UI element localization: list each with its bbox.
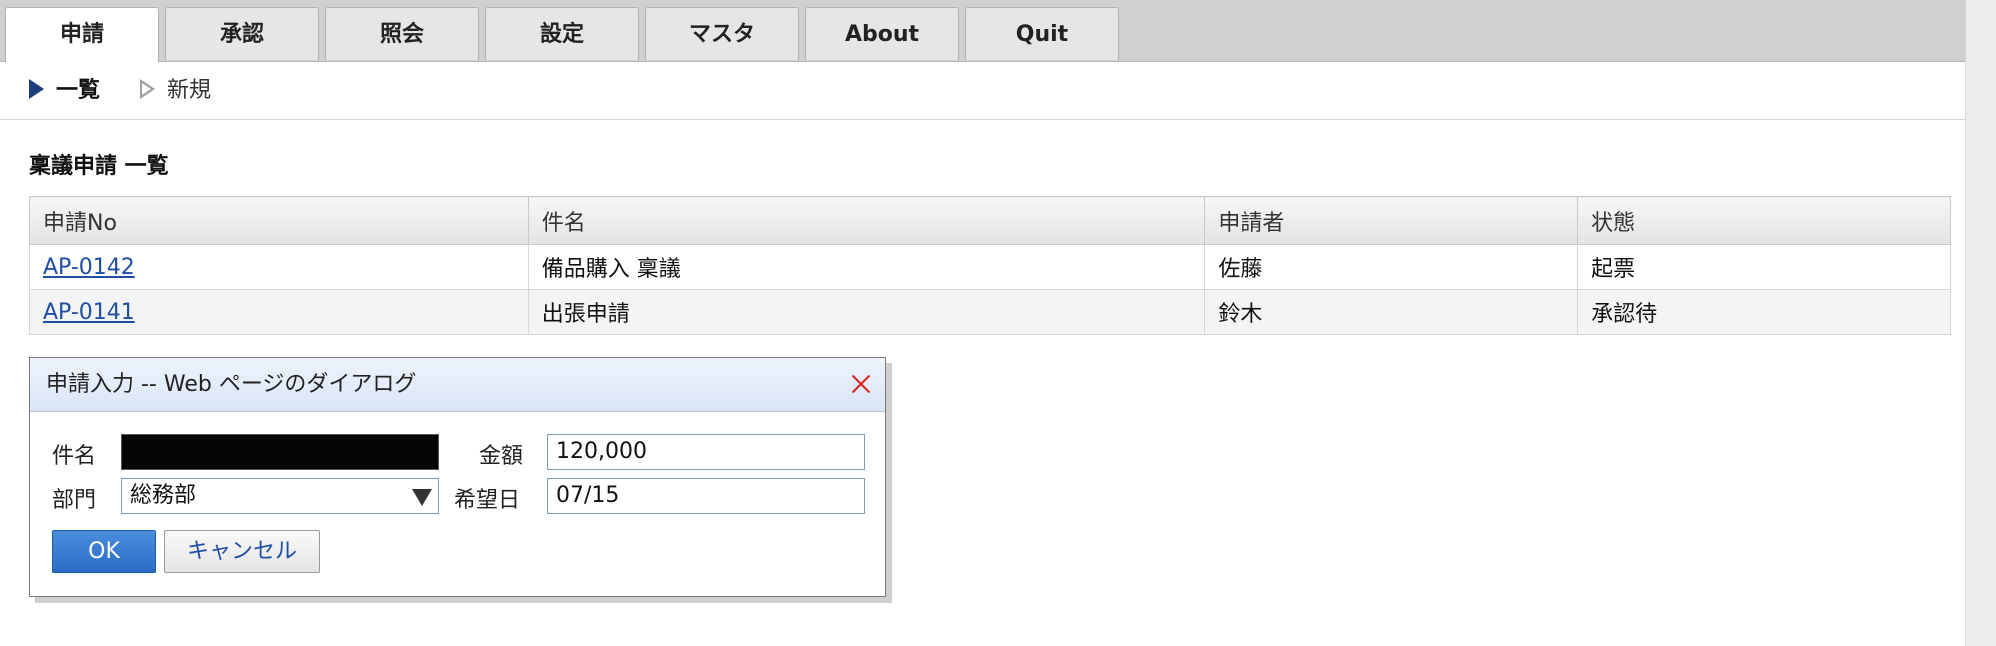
- close-icon[interactable]: [849, 372, 873, 396]
- application-no-link[interactable]: AP-0141: [43, 300, 135, 325]
- dialog-title: 申請入力 -- Web ページのダイアログ: [46, 372, 417, 397]
- column-header-applicant[interactable]: 申請者: [1204, 196, 1579, 245]
- column-header-no[interactable]: 申請No: [29, 196, 529, 245]
- table-header-row: 申請No 件名 申請者 状態: [29, 196, 1951, 245]
- subject-label: 件名: [52, 444, 97, 469]
- amount-field[interactable]: 120,000: [547, 434, 865, 470]
- table-row: AP-0141 出張申請 鈴木 承認待: [29, 289, 1951, 335]
- sub-navigation: 一覧 新規: [0, 62, 1965, 120]
- cell-no: AP-0142: [29, 244, 529, 290]
- subnav-new-label: 新規: [167, 78, 212, 103]
- subnav-list-link[interactable]: 一覧: [29, 78, 100, 104]
- cancel-button[interactable]: キャンセル: [164, 530, 320, 573]
- tab-about[interactable]: About: [805, 7, 959, 60]
- ok-button[interactable]: OK: [52, 530, 156, 573]
- cell-applicant: 佐藤: [1204, 244, 1579, 290]
- tab-approval[interactable]: 承認: [165, 7, 319, 60]
- department-select[interactable]: 総務部: [121, 478, 439, 514]
- application-no-link[interactable]: AP-0142: [43, 255, 135, 280]
- tab-application[interactable]: 申請: [5, 7, 159, 62]
- department-label: 部門: [52, 488, 97, 513]
- subject-field[interactable]: [121, 434, 439, 470]
- amount-label: 金額: [479, 444, 524, 469]
- page-title: 稟議申請 一覧: [29, 154, 169, 179]
- cell-applicant: 鈴木: [1204, 289, 1579, 335]
- cell-status: 承認待: [1577, 289, 1951, 335]
- triangle-right-outline-icon: [140, 79, 155, 99]
- cell-status: 起票: [1577, 244, 1951, 290]
- column-header-subject[interactable]: 件名: [527, 196, 1206, 245]
- tab-master[interactable]: マスタ: [645, 7, 799, 60]
- vertical-scrollbar[interactable]: [1965, 0, 1996, 646]
- tab-inquiry[interactable]: 照会: [325, 7, 479, 60]
- dropdown-arrow-icon: [412, 489, 432, 506]
- desired-date-label: 希望日: [454, 488, 521, 513]
- tab-quit[interactable]: Quit: [965, 7, 1119, 60]
- subnav-new-link[interactable]: 新規: [140, 78, 211, 104]
- subnav-list-label: 一覧: [56, 78, 101, 103]
- desired-date-field[interactable]: 07/15: [547, 478, 865, 514]
- triangle-right-filled-icon: [29, 79, 44, 99]
- cell-subject: 出張申請: [527, 289, 1206, 335]
- column-header-status[interactable]: 状態: [1577, 196, 1951, 245]
- table-row: AP-0142 備品購入 稟議 佐藤 起票: [29, 244, 1951, 290]
- tab-settings[interactable]: 設定: [485, 7, 639, 60]
- application-input-dialog: 申請入力 -- Web ページのダイアログ 件名 金額 120,000 部門 総…: [29, 357, 886, 597]
- applications-table: 申請No 件名 申請者 状態 AP-0142 備品購入 稟議 佐藤 起票 AP-…: [29, 196, 1951, 335]
- dialog-title-bar[interactable]: 申請入力 -- Web ページのダイアログ: [30, 358, 885, 412]
- cell-subject: 備品購入 稟議: [527, 244, 1206, 290]
- department-selected-value: 総務部: [130, 483, 197, 508]
- cell-no: AP-0141: [29, 289, 529, 335]
- top-tab-bar: 申請 承認 照会 設定 マスタ About Quit: [0, 0, 1965, 62]
